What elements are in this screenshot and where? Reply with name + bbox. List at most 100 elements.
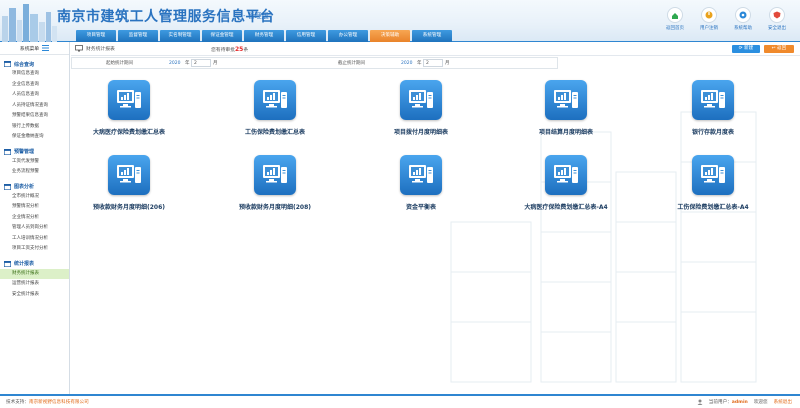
sidebar-item[interactable]: 管理人员到岗分析	[0, 223, 69, 234]
nav-tab-1[interactable]: 监督管理	[118, 30, 158, 42]
report-card-label[interactable]: 工伤保险费划缴汇总表	[245, 127, 305, 136]
sidebar-group-label: 预警管理	[14, 149, 35, 155]
computer-report-icon[interactable]	[108, 155, 150, 195]
sidebar-group: 统计报表 财务统计报表 运营统计报表 安全统计报表	[0, 259, 69, 301]
sidebar-item[interactable]: 人员持证情况查询	[0, 101, 69, 112]
shield-exit-icon[interactable]	[769, 7, 785, 23]
nav-tab-7[interactable]: 决策辅助	[370, 30, 410, 42]
logout-icon[interactable]	[701, 7, 717, 23]
nav-tab-6[interactable]: 办公管理	[328, 30, 368, 42]
report-card-label[interactable]: 资金平衡表	[406, 202, 436, 211]
report-card-label[interactable]: 工伤保险费划缴汇总表-A4	[677, 202, 748, 211]
report-card-label[interactable]: 大病医疗保险费划缴汇总表-A4	[524, 202, 607, 211]
sidebar-group-title[interactable]: 统计报表	[0, 259, 69, 269]
start-year[interactable]: 2020	[167, 61, 185, 66]
start-period-label: 起始统计期间	[106, 61, 133, 66]
reminder-suffix: 条	[243, 48, 249, 53]
sidebar-item[interactable]: 预警结果信息查询	[0, 111, 69, 122]
computer-report-icon[interactable]	[400, 80, 442, 120]
sidebar-group-title[interactable]: 图表分析	[0, 182, 69, 192]
computer-report-icon[interactable]	[692, 155, 734, 195]
help-icon[interactable]	[735, 7, 751, 23]
sidebar-item[interactable]: 预警情况分析	[0, 202, 69, 213]
sidebar-group-title[interactable]: 预警管理	[0, 147, 69, 157]
computer-report-icon[interactable]	[545, 155, 587, 195]
sidebar-item[interactable]: 工资代发预警	[0, 157, 69, 168]
top-action-label: 用户注销	[700, 26, 718, 31]
nav-tab-5[interactable]: 信用管理	[286, 30, 326, 42]
report-card[interactable]: 工伤保险费划缴汇总表	[205, 80, 345, 136]
end-year[interactable]: 2020	[399, 61, 417, 66]
top-action-help[interactable]: 系统帮助	[730, 7, 756, 31]
report-card[interactable]: 预收款财务月度明细(206)	[71, 155, 199, 211]
back-button[interactable]: ↩ 返回	[764, 45, 794, 53]
sidebar-group-title[interactable]: 综合查询	[0, 59, 69, 69]
sidebar-group: 综合查询 项目信息查询 企业信息查询 人员信息查询 人员持证情况查询 预警结果信息查询 银行…	[0, 59, 69, 143]
chart-icon	[4, 183, 11, 190]
sidebar-item[interactable]: 安全统计报表	[0, 290, 69, 301]
sidebar-item[interactable]: 企业情况分析	[0, 213, 69, 224]
sidebar-item[interactable]: 工人培训情况分析	[0, 234, 69, 245]
system-subtitle: - 管理版	[243, 12, 269, 20]
pending-approval-notice[interactable]: 您有待审批25条	[211, 46, 248, 53]
sidebar-item[interactable]: 运营统计报表	[0, 279, 69, 290]
support-label: 技术支持：	[6, 400, 29, 405]
report-card[interactable]: 大病医疗保险费划缴汇总表-A4	[496, 155, 636, 211]
report-card[interactable]: 工伤保险费划缴汇总表-A4	[643, 155, 783, 211]
report-card[interactable]: 项目拨付月度明细表	[351, 80, 491, 136]
report-card-label[interactable]: 预收款财务月度明细(208)	[239, 202, 311, 211]
report-card[interactable]: 资金平衡表	[351, 155, 491, 211]
period-filter: 起始统计期间 2020 年 2 月 截止统计期间 2020 年 2 月	[71, 57, 558, 69]
new-button[interactable]: ⟳ 新建	[732, 45, 760, 53]
top-action-shield-exit[interactable]: 安全退出	[764, 7, 790, 31]
system-exit-link[interactable]: 系统退出	[774, 399, 792, 405]
support-company-link[interactable]: 南京新视野信息科技有限公司	[29, 400, 89, 405]
sidebar-group-label: 综合查询	[14, 61, 35, 68]
top-action-logout[interactable]: 用户注销	[696, 7, 722, 31]
report-card[interactable]: 项目结算月度明细表	[496, 80, 636, 136]
sidebar-item[interactable]: 财务统计报表	[0, 268, 69, 279]
sidebar-item[interactable]: 人员信息查询	[0, 90, 69, 101]
sidebar-item[interactable]: 银行上传数据	[0, 122, 69, 133]
computer-report-icon[interactable]	[254, 80, 296, 120]
sidebar-item[interactable]: 全市统计概况	[0, 192, 69, 203]
report-card-label[interactable]: 项目结算月度明细表	[539, 127, 593, 136]
computer-report-icon[interactable]	[254, 155, 296, 195]
user-icon	[697, 399, 703, 405]
computer-report-icon[interactable]	[400, 155, 442, 195]
menu-toggle-icon[interactable]	[42, 45, 50, 51]
report-card-label[interactable]: 预收款财务月度明细(206)	[93, 202, 165, 211]
sidebar-header[interactable]: 系统菜单	[0, 42, 69, 55]
nav-tab-8[interactable]: 系统管理	[412, 30, 452, 42]
top-action-label: 返回首页	[666, 26, 684, 31]
sidebar: 系统菜单 综合查询 项目信息查询 企业信息查询 人员信息查询 人员持证情况查询 预警结果信…	[0, 42, 70, 394]
top-action-home[interactable]: 返回首页	[662, 7, 688, 31]
report-card-label[interactable]: 项目拨付月度明细表	[394, 127, 448, 136]
report-card[interactable]: 银行存款月度表	[643, 80, 783, 136]
content-toolbar: 财务统计报表	[71, 42, 800, 56]
computer-report-icon[interactable]	[692, 80, 734, 120]
report-card[interactable]: 大病医疗保险费划缴汇总表	[71, 80, 199, 136]
sidebar-item[interactable]: 保证金缴纳查询	[0, 132, 69, 143]
home-icon[interactable]	[667, 7, 683, 23]
nav-tab-0[interactable]: 项目管理	[76, 30, 116, 42]
nav-tab-2[interactable]: 实名制管理	[160, 30, 200, 42]
report-card-label[interactable]: 银行存款月度表	[692, 127, 734, 136]
end-month-unit: 月	[445, 61, 450, 66]
reminder-prefix: 您有待审批	[211, 48, 235, 53]
sidebar-item[interactable]: 企业信息查询	[0, 80, 69, 91]
nav-tab-3[interactable]: 保证金管理	[202, 30, 242, 42]
report-card-label[interactable]: 大病医疗保险费划缴汇总表	[93, 127, 165, 136]
sidebar-group: 预警管理工资代发预警 业务流程预警	[0, 147, 69, 178]
computer-report-icon[interactable]	[545, 80, 587, 120]
report-card[interactable]: 预收款财务月度明细(208)	[205, 155, 345, 211]
start-month-select[interactable]: 2	[191, 59, 211, 67]
sidebar-item[interactable]: 项目工资支付分析	[0, 244, 69, 255]
sidebar-item[interactable]: 业务流程预警	[0, 167, 69, 178]
computer-report-icon[interactable]	[108, 80, 150, 120]
footer-user: 当前用户：admin 欢迎您 系统退出	[697, 399, 792, 405]
sidebar-item[interactable]: 项目信息查询	[0, 69, 69, 80]
end-month-select[interactable]: 2	[423, 59, 443, 67]
nav-tab-4[interactable]: 财务管理	[244, 30, 284, 42]
building-background-art	[450, 111, 757, 383]
